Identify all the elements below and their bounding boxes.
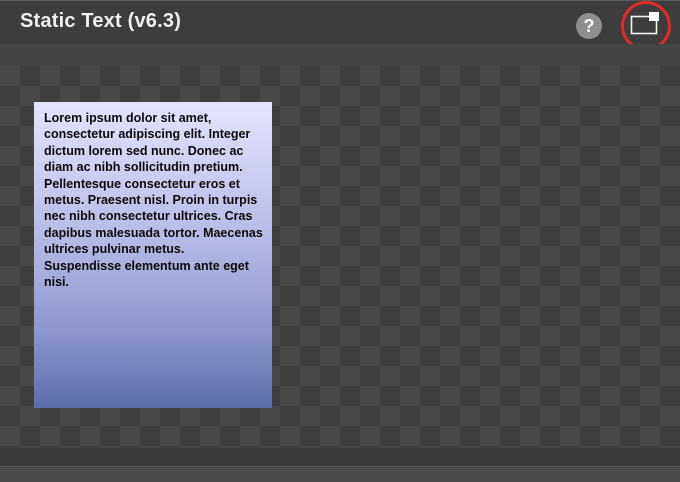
static-text-box: Lorem ipsum dolor sit amet, consectetur … <box>34 102 272 408</box>
help-button[interactable]: ? <box>576 13 602 39</box>
static-text-content: Lorem ipsum dolor sit amet, consectetur … <box>44 111 263 290</box>
popout-window-icon <box>630 12 659 35</box>
window-title: Static Text (v6.3) <box>20 10 182 32</box>
popout-button[interactable] <box>630 11 660 37</box>
bottom-strip <box>0 466 680 482</box>
question-mark-icon: ? <box>583 16 595 36</box>
widget-window: Static Text (v6.3) ? Lorem ipsum dolor s… <box>0 0 680 482</box>
title-bar: Static Text (v6.3) ? <box>0 0 680 51</box>
toolbar-strip <box>0 44 680 66</box>
